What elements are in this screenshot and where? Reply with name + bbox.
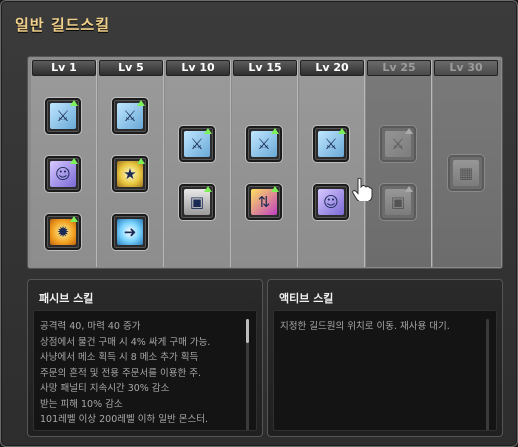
level-header: Lv 10 [166,60,230,76]
level-header: Lv 30 [434,60,498,76]
level-column-20: Lv 20 ⚔ ☺ [299,60,365,267]
sword-upgrade-icon[interactable]: ⚔ [380,126,416,162]
description-line: 지정한 길드원의 위치로 이동. 재사용 대기. [280,321,450,332]
description-line: 101레벨 이상 200레벨 이하 일반 몬스터. [40,414,209,425]
sword-upgrade-icon[interactable]: ⚔ [45,98,81,134]
passive-skill-title: 패시브 스킬 [39,292,94,305]
scrollbar-thumb[interactable] [246,319,249,343]
sword-upgrade-icon[interactable]: ⚔ [112,98,148,134]
description-line: 상점에서 물건 구매 시 4% 싸게 구매 가능. [40,336,211,348]
level-column-5: Lv 5 ⚔ ★ ➜ [98,60,164,267]
description-line: 주문의 흔적 및 전용 주문서를 이용한 주. [40,367,201,379]
level-header: Lv 20 [300,60,364,76]
level-column-25: Lv 25 ⚔ ▣ [366,60,432,267]
star-buff-icon[interactable]: ★ [112,156,148,192]
level-column-15: Lv 15 ⚔ ⇅ [232,60,298,267]
passive-scrollbar[interactable] [246,319,249,430]
level-column-30: Lv 30 ▦ [433,60,501,267]
level-header: Lv 25 [367,60,431,76]
portal-orb-icon[interactable]: ➜ [112,214,148,250]
description-line: 사냥에서 메소 획득 시 8 메소 추가 획득 [40,352,199,363]
active-skill-box: 액티브 스킬 지정한 길드원의 위치로 이동. 재사용 대기. [267,279,503,437]
exchange-arrows-icon[interactable]: ⇅ [246,184,282,220]
id-card-icon[interactable]: ▣ [380,184,416,220]
level-column-10: Lv 10 ⚔ ▣ [165,60,231,267]
description-line: 공격력 40, 마력 40 증가 [40,321,141,332]
level-column-1: Lv 1 ⚔ ☺ ✹ [31,60,97,267]
skill-tree-panel: Lv 1 ⚔ ☺ ✹ Lv 5 ⚔ ★ ➜ Lv 10 ⚔ ▣ Lv 15 ⚔ … [27,56,503,269]
active-skill-title: 액티브 스킬 [279,292,334,305]
guild-skill-window: 일반 길드스킬 Lv 1 ⚔ ☺ ✹ Lv 5 ⚔ ★ ➜ Lv 10 ⚔ ▣ … [0,0,518,447]
active-skill-description[interactable]: 지정한 길드원의 위치로 이동. 재사용 대기. [273,310,497,431]
level-header: Lv 1 [32,60,96,76]
description-line: 받는 피해 10% 감소 [40,398,123,410]
sun-buff-icon[interactable]: ✹ [45,214,81,250]
sword-upgrade-icon[interactable]: ⚔ [246,126,282,162]
level-header: Lv 5 [99,60,163,76]
guild-building-icon[interactable]: ▦ [448,155,484,191]
hand-cursor-icon [352,177,373,201]
level-header: Lv 15 [233,60,297,76]
sword-upgrade-icon[interactable]: ⚔ [313,126,349,162]
passive-skill-description[interactable]: 공격력 40, 마력 40 증가 상점에서 물건 구매 시 4% 싸게 구매 가… [33,310,257,431]
active-scrollbar[interactable] [486,319,489,430]
passive-skill-box: 패시브 스킬 공격력 40, 마력 40 증가 상점에서 물건 구매 시 4% … [27,279,263,437]
description-line: 사망 패널티 지속시간 30% 감소 [40,383,170,394]
window-title: 일반 길드스킬 [15,16,111,34]
guild-member-icon[interactable]: ☺ [45,156,81,192]
guild-member-icon[interactable]: ☺ [313,184,349,220]
sword-upgrade-icon[interactable]: ⚔ [179,126,215,162]
id-card-icon[interactable]: ▣ [179,184,215,220]
